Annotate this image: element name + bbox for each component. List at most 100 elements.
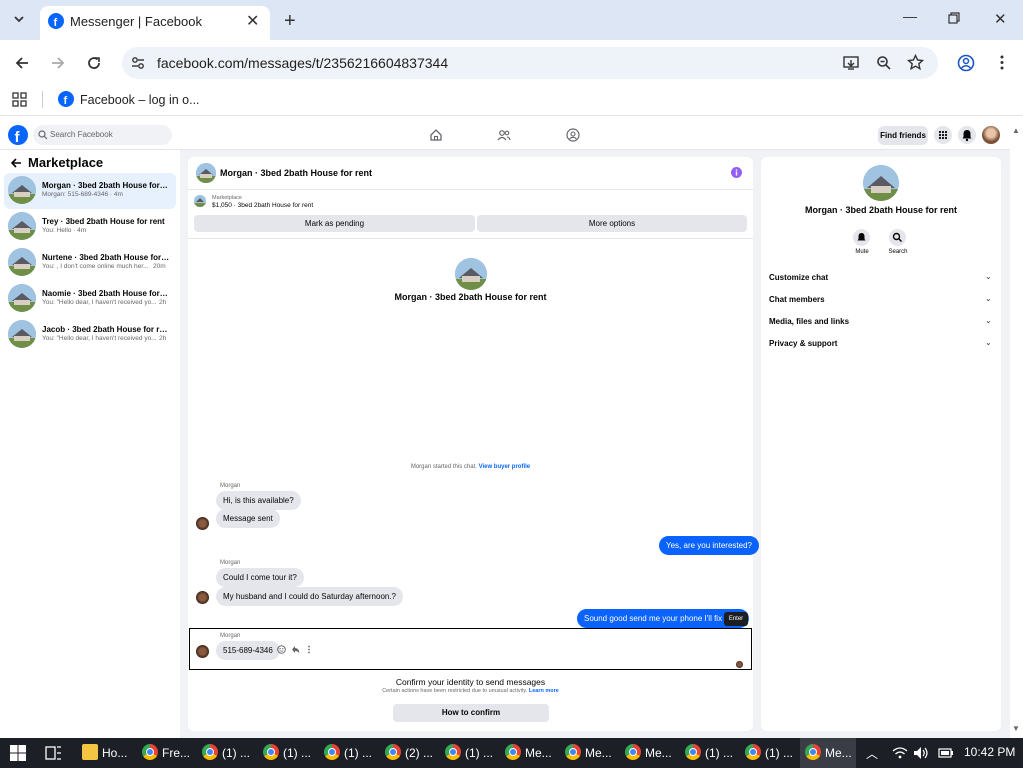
conversation-title[interactable]: Morgan · 3bed 2bath House for rent — [220, 168, 372, 178]
restore-icon[interactable] — [948, 12, 960, 24]
clock-time[interactable]: 10:42 PM — [964, 745, 1015, 759]
browser-menu-icon[interactable] — [999, 54, 1005, 71]
chevron-down-icon[interactable]: ⌄ — [985, 316, 992, 325]
bookmark-facebook[interactable]: Facebook – log in o... — [80, 93, 200, 107]
apps-grid-icon[interactable] — [12, 92, 27, 107]
menu-button[interactable] — [934, 126, 952, 144]
new-tab-icon[interactable]: + — [284, 10, 296, 33]
forward-icon[interactable] — [50, 55, 66, 71]
scroll-down-icon[interactable]: ▼ — [1012, 724, 1020, 733]
task-view-icon[interactable] — [45, 745, 63, 761]
taskbar-app-chrome[interactable]: (2) ... — [385, 738, 433, 768]
scroll-up-icon[interactable]: ▲ — [1012, 126, 1020, 135]
learn-more-link[interactable]: Learn more — [529, 688, 559, 694]
taskbar-app-explorer[interactable]: Ho... — [82, 738, 127, 768]
tab-list-icon[interactable] — [12, 12, 26, 26]
taskbar-app-chrome[interactable]: (1) ... — [263, 738, 311, 768]
battery-icon[interactable] — [938, 747, 954, 759]
back-icon[interactable] — [14, 55, 30, 71]
site-settings-icon[interactable] — [130, 55, 146, 71]
groups-icon[interactable] — [566, 128, 580, 142]
tray-expand-icon[interactable]: ︿ — [866, 745, 878, 762]
chevron-down-icon[interactable]: ⌄ — [985, 294, 992, 303]
search-chat-button[interactable] — [889, 229, 906, 246]
close-tab-icon[interactable]: ✕ — [246, 11, 259, 31]
profile-icon[interactable] — [957, 54, 975, 72]
taskbar-app-chrome[interactable]: Fre... — [142, 738, 190, 768]
details-title: Morgan · 3bed 2bath House for rent — [804, 205, 957, 215]
page-scrollbar[interactable] — [1010, 120, 1023, 738]
message-bubble[interactable]: My husband and I could do Saturday after… — [216, 587, 404, 606]
header-avatar[interactable] — [196, 163, 216, 183]
mark-pending-button[interactable]: Mark as pending — [194, 215, 475, 232]
message-bubble-sent[interactable]: Yes, are you interested? — [659, 536, 759, 555]
reload-icon[interactable] — [86, 55, 102, 71]
taskbar-app-chrome[interactable]: (1) ... — [324, 738, 372, 768]
url-text[interactable]: facebook.com/messages/t/2356216604837344 — [157, 55, 448, 71]
chevron-down-icon[interactable]: ⌄ — [985, 272, 992, 281]
chat-title: Naomie · 3bed 2bath House for rent — [42, 289, 170, 298]
home-icon[interactable] — [429, 128, 443, 142]
notifications-button[interactable] — [958, 126, 976, 144]
account-avatar[interactable] — [982, 126, 1000, 144]
read-receipt-avatar — [736, 661, 743, 668]
svg-text:f: f — [64, 95, 68, 107]
how-to-confirm-button[interactable]: How to confirm — [393, 704, 549, 722]
taskbar-app-chrome[interactable]: (1) ... — [202, 738, 250, 768]
privacy-support-item[interactable]: Privacy & support — [769, 339, 837, 348]
chat-preview: You: "Hello dear, I haven't received yo.… — [42, 299, 157, 306]
chat-time: 2h — [159, 299, 167, 306]
taskbar-app-active[interactable]: Me... — [800, 738, 856, 768]
bookmark-star-icon[interactable] — [907, 54, 924, 71]
volume-icon[interactable] — [913, 746, 929, 760]
sender-avatar[interactable] — [196, 591, 209, 604]
chat-preview: You: , I don't come online much her... — [42, 263, 149, 270]
minimize-icon[interactable]: — — [903, 8, 917, 24]
message-bubble[interactable]: Message sent — [216, 509, 280, 528]
confirm-sub-text: Certain actions have been restricted due… — [382, 688, 528, 694]
info-icon[interactable] — [731, 167, 742, 178]
customize-chat-item[interactable]: Customize chat — [769, 273, 828, 282]
taskbar-app-messenger[interactable]: Me... — [505, 738, 552, 768]
more-actions-icon[interactable] — [307, 645, 311, 654]
browser-tab[interactable]: f Messenger | Facebook ✕ — [40, 6, 270, 40]
message-bubble[interactable]: Could I come tour it? — [216, 568, 304, 587]
folder-icon — [82, 744, 98, 760]
taskbar-app-chrome[interactable]: (1) ... — [445, 738, 493, 768]
header-divider — [188, 189, 753, 190]
facebook-favicon-icon: f — [48, 13, 64, 29]
intro-title: Morgan · 3bed 2bath House for rent — [394, 292, 547, 302]
taskbar-app-label: (1) ... — [765, 746, 794, 760]
view-buyer-profile-link[interactable]: View buyer profile — [479, 464, 531, 470]
chat-members-item[interactable]: Chat members — [769, 295, 825, 304]
facebook-search-input[interactable]: Search Facebook — [33, 125, 172, 145]
windows-start-icon[interactable] — [10, 745, 26, 761]
taskbar-app-chrome[interactable]: (1) ... — [745, 738, 793, 768]
message-sender: Morgan — [220, 633, 241, 639]
sender-avatar[interactable] — [196, 645, 209, 658]
message-bubble[interactable]: 515-689-4346 — [216, 641, 280, 660]
reply-icon[interactable] — [291, 645, 300, 654]
find-friends-button[interactable]: Find friends — [878, 126, 928, 145]
message-bubble[interactable]: Hi, is this available? — [216, 491, 301, 510]
more-options-button[interactable]: More options — [477, 215, 747, 232]
taskbar-app-label: (1) ... — [283, 746, 312, 760]
sender-avatar[interactable] — [196, 517, 209, 530]
install-app-icon[interactable] — [843, 55, 860, 71]
taskbar-app-messenger[interactable]: Me... — [565, 738, 612, 768]
back-arrow-icon[interactable] — [10, 157, 22, 169]
chevron-down-icon[interactable]: ⌄ — [985, 338, 992, 347]
listing-detail[interactable]: $1,050 · 3bed 2bath House for rent — [212, 202, 313, 209]
taskbar-app-messenger[interactable]: Me... — [625, 738, 672, 768]
zoom-icon[interactable] — [876, 55, 892, 71]
facebook-logo-icon[interactable]: f — [8, 125, 28, 145]
taskbar-app-chrome[interactable]: (1) ... — [685, 738, 733, 768]
media-files-item[interactable]: Media, files and links — [769, 317, 849, 326]
chrome-icon — [324, 744, 340, 760]
close-window-icon[interactable]: ✕ — [994, 10, 1007, 28]
listing-thumbnail — [8, 284, 36, 312]
react-icon[interactable] — [277, 645, 286, 654]
friends-icon[interactable] — [497, 128, 511, 142]
wifi-icon[interactable] — [892, 746, 908, 760]
mute-button[interactable] — [853, 229, 870, 246]
